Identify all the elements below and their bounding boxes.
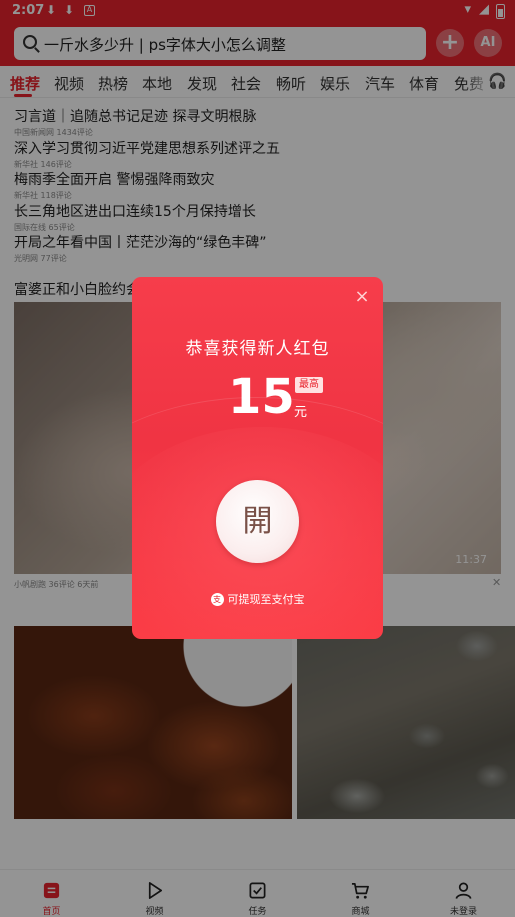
open-packet-button[interactable]: 開 bbox=[216, 480, 299, 563]
alipay-note: 支可提现至支付宝 bbox=[132, 591, 383, 607]
packet-title: 恭喜获得新人红包 bbox=[185, 339, 330, 359]
packet-amount: 15 bbox=[228, 369, 295, 425]
red-packet-popup: × 恭喜获得新人红包 15 最高 元 開 支可提现至支付宝 bbox=[132, 277, 383, 639]
max-badge: 最高 bbox=[295, 377, 323, 393]
alipay-icon: 支 bbox=[210, 592, 224, 606]
close-icon[interactable]: × bbox=[352, 287, 372, 307]
alipay-text: 可提现至支付宝 bbox=[227, 593, 305, 606]
packet-unit: 元 bbox=[294, 405, 308, 420]
